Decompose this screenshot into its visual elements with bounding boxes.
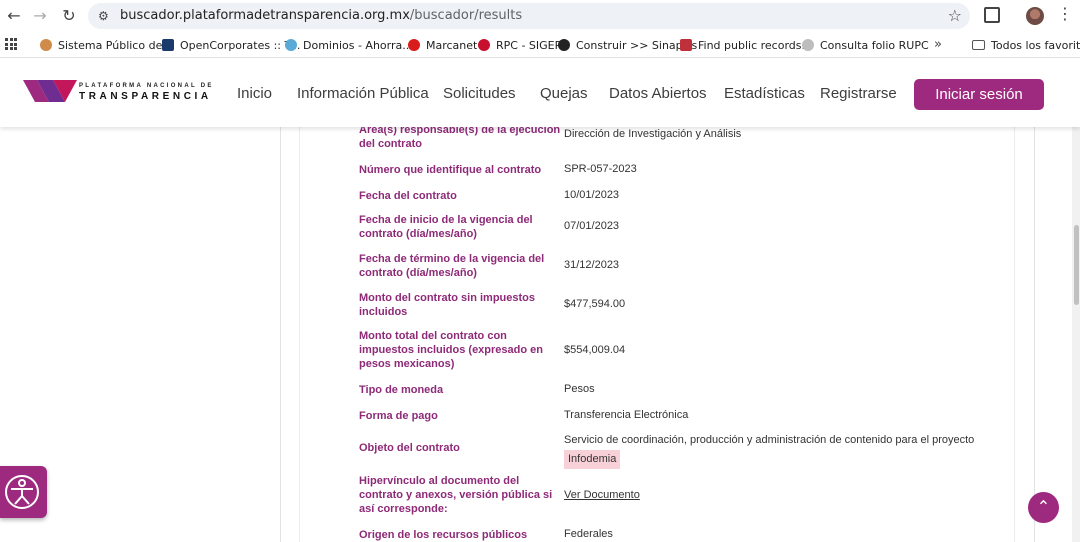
scrollbar-thumb[interactable]: [1074, 225, 1079, 305]
detail-value: Federales: [564, 528, 613, 540]
bookmark-star-icon[interactable]: ☆: [948, 6, 962, 25]
bookmarks-overflow-button[interactable]: »: [934, 37, 942, 52]
detail-value: Transferencia Electrónica: [564, 409, 689, 421]
detail-value: 07/01/2023: [564, 220, 620, 232]
detail-label: Hipervínculo al documento del contrato y…: [359, 475, 553, 515]
detail-value: SPR-057-2023: [564, 163, 637, 175]
browser-menu-icon[interactable]: ⋮: [1057, 4, 1073, 23]
bookmark-item[interactable]: OpenCorporates :: T...: [162, 37, 300, 53]
url-text[interactable]: buscador.plataformadetransparencia.org.m…: [120, 8, 522, 23]
detail-value: 10/01/2023: [564, 189, 620, 201]
detail-label: Forma de pago: [359, 410, 438, 422]
nav-inicio[interactable]: Inicio: [237, 85, 272, 102]
bookmark-item[interactable]: Consulta folio RUPC: [802, 37, 929, 53]
back-arrow-icon[interactable]: ←: [4, 6, 24, 26]
folder-icon: [972, 40, 985, 50]
profile-avatar[interactable]: [1026, 7, 1044, 25]
nav-quejas[interactable]: Quejas: [540, 85, 588, 102]
bookmark-item[interactable]: Construir >> Sinapsis: [558, 37, 697, 53]
site-info-icon[interactable]: ⚙: [98, 8, 114, 24]
extensions-icon[interactable]: [984, 7, 1000, 23]
detail-value: Ver Documento: [564, 488, 994, 503]
forward-arrow-icon[interactable]: →: [30, 6, 50, 26]
detail-label: Fecha de inicio de la vigencia del contr…: [359, 214, 533, 240]
chevron-up-icon: ⌃: [1036, 497, 1051, 516]
bookmark-item[interactable]: Marcanet: [408, 37, 477, 53]
detail-label: Tipo de moneda: [359, 384, 444, 396]
detail-value: $477,594.00: [564, 298, 626, 310]
detail-label: Objeto del contrato: [359, 442, 460, 454]
nav-solicitudes[interactable]: Solicitudes: [443, 85, 516, 102]
detail-label: Área(s) responsable(s) de la ejecución d…: [359, 127, 561, 150]
address-bar[interactable]: ⚙ buscador.plataformadetransparencia.org…: [88, 3, 970, 29]
bookmarks-bar: Sistema Público de... OpenCorporates :: …: [0, 32, 1080, 58]
detail-value: $554,009.04: [564, 344, 626, 356]
scroll-to-top-button[interactable]: ⌃: [1028, 492, 1059, 523]
accessibility-button[interactable]: [0, 466, 47, 518]
nav-estadisticas[interactable]: Estadísticas: [724, 85, 805, 102]
reload-icon[interactable]: ↻: [59, 6, 79, 26]
login-button[interactable]: Iniciar sesión: [914, 79, 1044, 110]
detail-value: Dirección de Investigación y Análisis: [564, 128, 742, 140]
site-logo[interactable]: PLATAFORMA NACIONAL DE TRANSPARENCIA: [23, 76, 211, 108]
logo-mark-icon: [23, 80, 77, 102]
detail-value: Pesos: [564, 383, 595, 395]
detail-value: 31/12/2023: [564, 259, 620, 271]
highlighted-term: Infodemia: [564, 450, 621, 469]
bookmark-item[interactable]: Find public records...: [680, 37, 812, 53]
nav-informacion-publica[interactable]: Información Pública: [297, 85, 429, 102]
bookmark-item[interactable]: Dominios - Ahorra...: [285, 37, 413, 53]
detail-label: Monto del contrato sin impuestos incluid…: [359, 292, 536, 318]
site-header: PLATAFORMA NACIONAL DE TRANSPARENCIA Ini…: [0, 59, 1080, 127]
nav-registrarse[interactable]: Registrarse: [820, 85, 897, 102]
detail-value: Servicio de coordinación, producción y a…: [564, 433, 994, 469]
page-scrollbar[interactable]: [1072, 127, 1080, 542]
detail-label: Número que identifique al contrato: [359, 164, 542, 176]
accessibility-icon: [5, 475, 39, 509]
detail-label: Origen de los recursos públicos: [359, 529, 528, 541]
browser-toolbar: ← → ↻ ⚙ buscador.plataformadetransparenc…: [0, 0, 1080, 32]
ver-documento-link[interactable]: Ver Documento: [564, 489, 640, 501]
detail-label: Fecha del contrato: [359, 190, 457, 202]
detail-label: Fecha de término de la vigencia del cont…: [359, 253, 545, 279]
all-bookmarks-folder[interactable]: Todos los favoritos: [972, 37, 1080, 53]
bookmark-item[interactable]: RPC - SIGER: [478, 37, 562, 53]
bookmark-item[interactable]: Sistema Público de...: [40, 37, 173, 53]
contract-details-panel: Área(s) responsable(s) de la ejecución d…: [0, 127, 1080, 542]
apps-grid-icon[interactable]: [5, 38, 17, 50]
nav-datos-abiertos[interactable]: Datos Abiertos: [609, 85, 707, 102]
detail-label: Monto total del contrato con impuestos i…: [359, 330, 543, 370]
